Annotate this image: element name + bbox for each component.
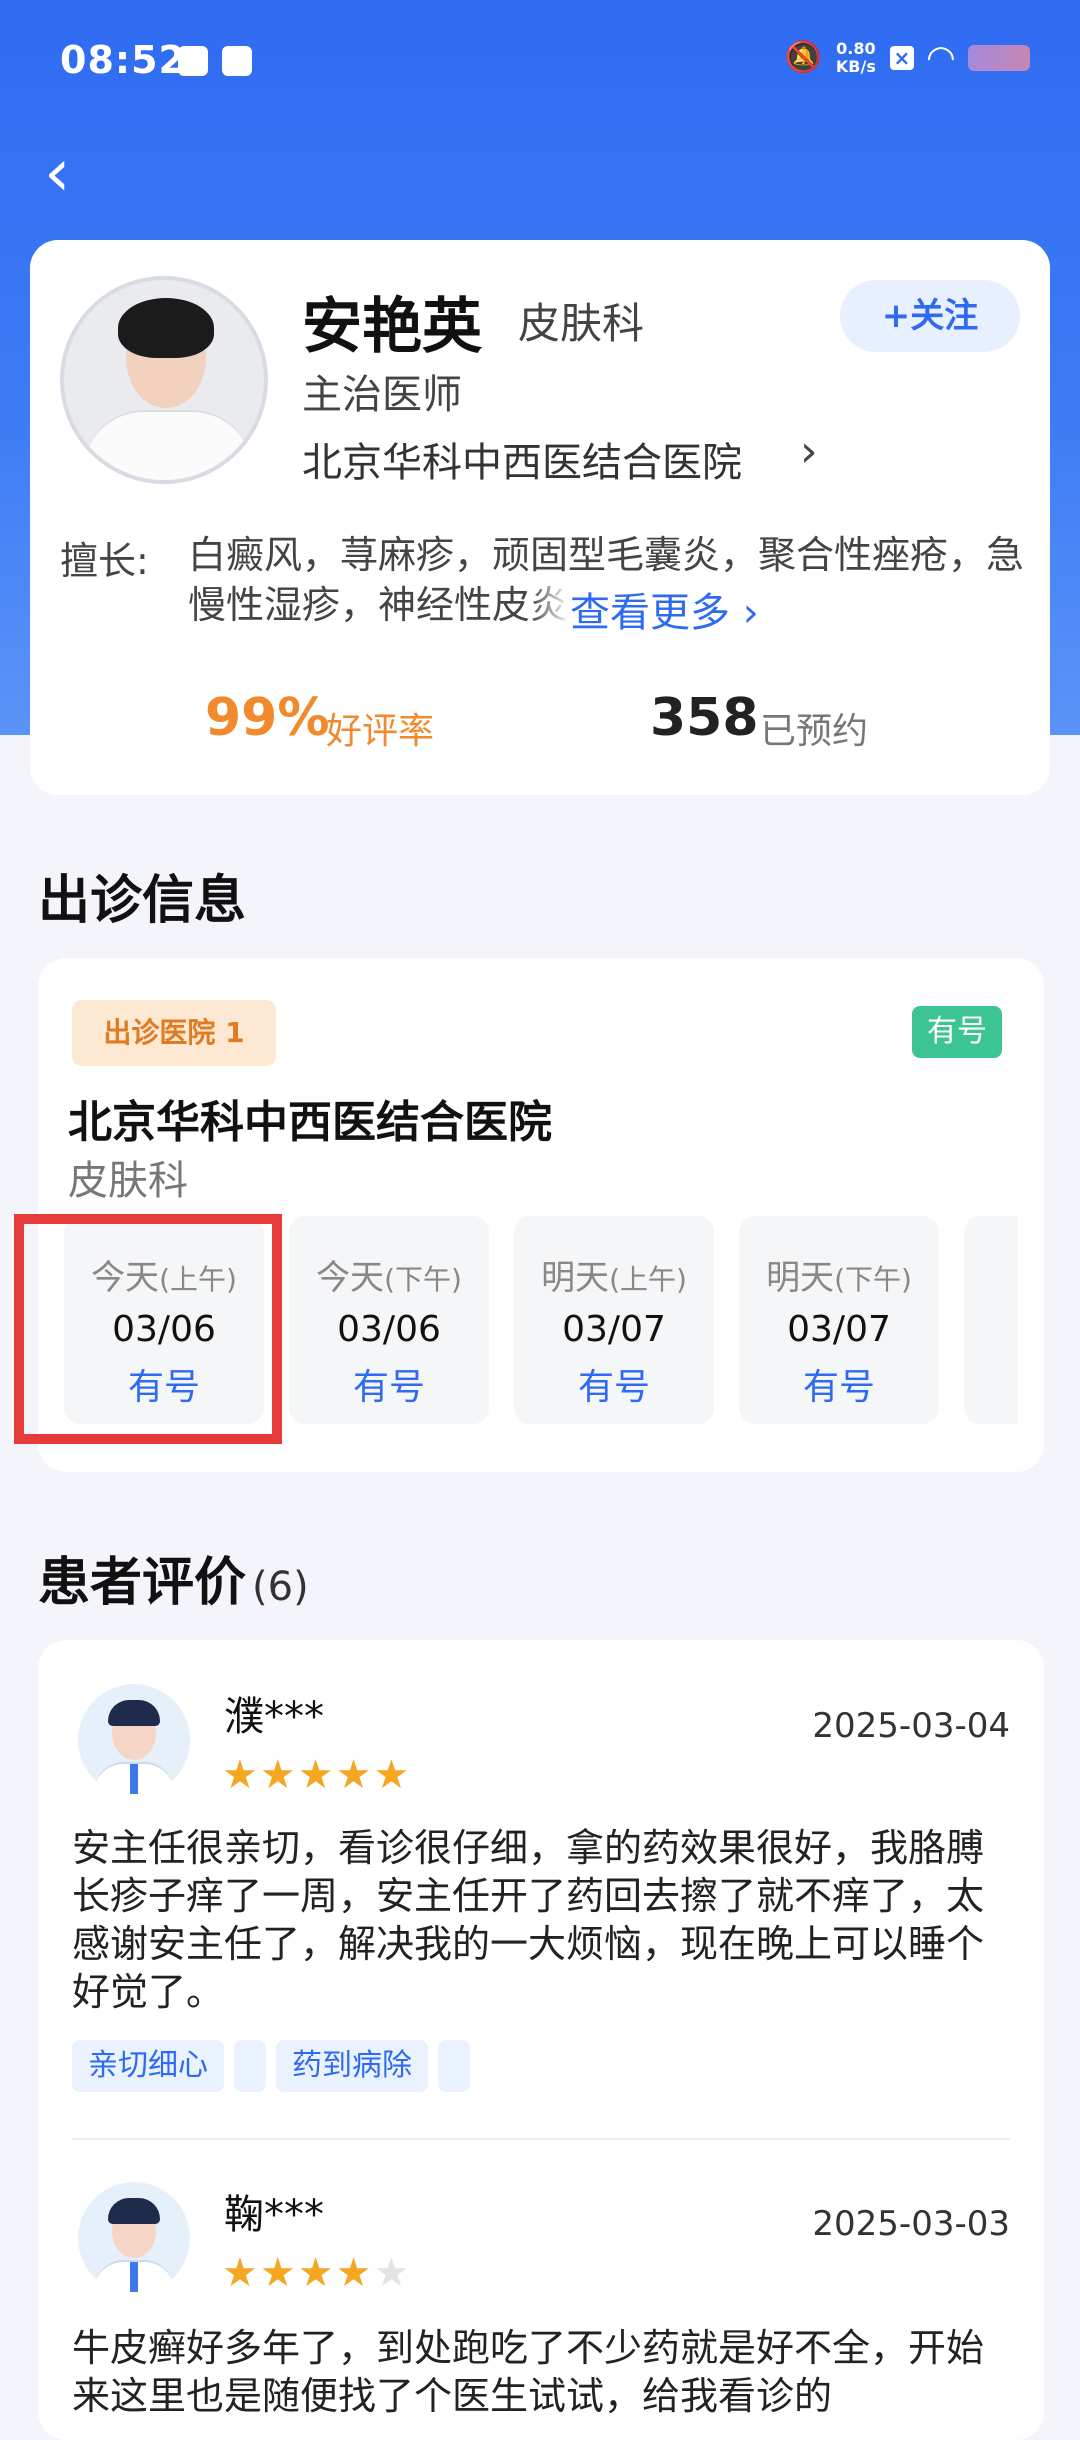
- schedule-slot[interactable]: 明天(下午) 03/07 有号: [739, 1216, 939, 1424]
- reviewer-name: 鞠***: [224, 2192, 324, 2238]
- star-icon: ★: [373, 2250, 412, 2296]
- clinic-hospital-name: 北京华科中西医结合医院: [68, 1097, 552, 1148]
- slot-period: (下午): [384, 1263, 462, 1296]
- review-stars: ★★★★★: [222, 2250, 411, 2296]
- status-right-icons: 🔕 0.80 KB/s × ◠: [785, 40, 1030, 76]
- slot-date: 0: [964, 1309, 1018, 1350]
- see-more-link[interactable]: 查看更多 ›: [530, 580, 759, 638]
- reviews-count: (6): [252, 1564, 309, 1610]
- slot-period: (下午): [834, 1263, 912, 1296]
- star-icon: ★: [373, 1752, 412, 1798]
- wifi-icon: ◠: [927, 38, 954, 78]
- review-text: 牛皮癣好多年了，到处跑吃了不少药就是好不全，开始来这里也是随便找了个医生试试，给…: [72, 2326, 985, 2418]
- notification-icon: [178, 46, 208, 76]
- slot-status: 有号: [352, 1367, 425, 1408]
- slot-date: 03/06: [337, 1309, 441, 1350]
- availability-badge: 有号: [912, 1006, 1002, 1058]
- doctor-card: 安艳英 皮肤科 +关注 主治医师 北京华科中西医结合医院 › 擅长: 白癜风，荨…: [30, 240, 1050, 795]
- review-tag: [438, 2040, 470, 2092]
- star-icon: ★: [222, 1752, 260, 1798]
- clinic-section-title: 出诊信息: [38, 871, 247, 931]
- star-icon: ★: [222, 2250, 260, 2296]
- doctor-hospital-link[interactable]: 北京华科中西医结合医院: [302, 430, 742, 488]
- message-icon: [222, 46, 252, 76]
- star-icon: ★: [297, 2250, 336, 2296]
- slot-date: 03/07: [562, 1309, 666, 1350]
- doctor-department: 皮肤科: [518, 299, 645, 348]
- review-tag: 药到病除: [276, 2040, 428, 2092]
- review-date: 2025-03-04: [812, 1706, 1010, 1746]
- review-tag: 亲切细心: [72, 2040, 224, 2092]
- specialty-label: 擅长:: [60, 539, 149, 583]
- doctor-title: 主治医师: [302, 372, 462, 418]
- star-icon: ★: [297, 1752, 336, 1798]
- chevron-right-icon: ›: [730, 590, 759, 636]
- schedule-slot[interactable]: 今天(下午) 03/06 有号: [289, 1216, 489, 1424]
- net-speed-unit: KB/s: [835, 57, 876, 76]
- follow-button[interactable]: +关注: [840, 280, 1020, 352]
- see-more-label: 查看更多: [570, 590, 730, 636]
- review-tag: [234, 2040, 266, 2092]
- star-icon: ★: [335, 2250, 374, 2296]
- slot-day: 明天: [766, 1258, 835, 1298]
- review-divider: [72, 2138, 1010, 2140]
- booked-label: 已预约: [760, 711, 869, 752]
- slot-day: 今天: [316, 1258, 385, 1298]
- back-arrow-icon[interactable]: ‹: [44, 138, 104, 208]
- booked-count: 358: [650, 688, 759, 748]
- slot-period: (上午): [609, 1263, 687, 1296]
- reviews-card: 濮*** 2025-03-04 ★★★★★ 安主任很亲切，看诊很仔细，拿的药效果…: [38, 1640, 1044, 2440]
- doctor-avatar: [60, 276, 268, 484]
- net-speed-value: 0.80: [836, 39, 876, 58]
- slot-status: 有号: [577, 1367, 650, 1408]
- rating-value: 99%: [205, 688, 330, 748]
- battery-icon: [968, 45, 1030, 71]
- reviews-title: 患者评价: [38, 1553, 247, 1613]
- star-icon: ★: [259, 2250, 298, 2296]
- schedule-slot[interactable]: 明天(上午) 03/07 有号: [514, 1216, 714, 1424]
- reviewer-name: 濮***: [224, 1694, 324, 1740]
- status-time: 08:52: [60, 38, 186, 82]
- star-icon: ★: [335, 1752, 374, 1798]
- status-bar: 08:52 🔕 0.80 KB/s × ◠: [0, 0, 1080, 130]
- slot-day: 明天: [541, 1258, 610, 1298]
- selected-slot-highlight: [14, 1214, 282, 1444]
- reviews-section-title: 患者评价 (6): [38, 1540, 309, 1615]
- mute-bell-icon: 🔕: [784, 40, 822, 75]
- net-speed: 0.80 KB/s: [836, 40, 876, 76]
- review-tags: 亲切细心 药到病除: [72, 2040, 470, 2092]
- schedule-slot[interactable]: 后 0: [964, 1216, 1018, 1424]
- reviewer-avatar: [78, 1684, 190, 1796]
- clinic-hospital-tag: 出诊医院 1: [72, 1000, 276, 1066]
- review-date: 2025-03-03: [812, 2204, 1010, 2244]
- star-icon: ★: [259, 1752, 298, 1798]
- clinic-department: 皮肤科: [68, 1158, 188, 1204]
- chevron-right-icon[interactable]: ›: [800, 426, 818, 477]
- review-text: 安主任很亲切，看诊很仔细，拿的药效果很好，我胳膊长疹子痒了一周，安主任开了药回去…: [72, 1826, 985, 2014]
- reviewer-avatar: [78, 2182, 190, 2294]
- close-box-icon: ×: [889, 46, 914, 70]
- rating-label: 好评率: [326, 711, 435, 752]
- review-stars: ★★★★★: [222, 1752, 411, 1798]
- slot-date: 03/07: [787, 1309, 891, 1350]
- slot-status: 有号: [802, 1367, 875, 1408]
- doctor-name: 安艳英: [302, 292, 482, 362]
